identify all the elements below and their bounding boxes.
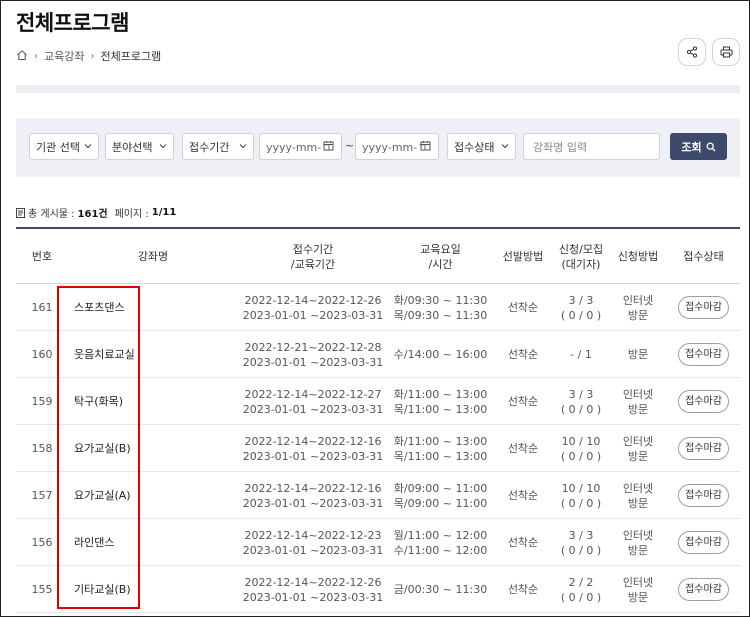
printer-icon [720,46,732,58]
date-to-input[interactable]: yyyy-mm-ㄱ [355,133,439,160]
status-badge[interactable]: 접수마감 [678,437,729,460]
header-status: 접수상태 [683,250,724,263]
page-frame: 전체프로그램 › 교육강좌 › 전체프로그램 기관 선택 분야선택 접수기간 y… [0,0,750,617]
chevron-down-icon [501,144,509,149]
status-select[interactable]: 접수상태 [447,133,516,160]
chevron-right-icon: › [34,50,38,62]
search-button[interactable]: 조회 [670,133,727,160]
chevron-right-icon: › [90,50,95,62]
field-select[interactable]: 분야선택 [105,133,174,160]
print-button[interactable] [712,38,740,66]
keyword-input[interactable]: 강좌명 입력 [523,133,660,160]
period-select[interactable]: 접수기간 [182,133,254,160]
header-selection: 선발방법 [502,250,544,263]
chevron-down-icon [239,144,247,149]
table-header: 번호 강좌명 접수기간/교육기간 교육요일/시간 선발방법 신청/모집 (대기자)… [16,229,740,284]
breadcrumb-item-current: 전체프로그램 [100,50,162,63]
header-period: 접수기간/교육기간 [290,242,336,271]
header-apply: 신청/모집 (대기자) [558,242,604,271]
calendar-icon [420,141,431,151]
header-no: 번호 [31,250,53,263]
header-divider [16,85,740,93]
share-button[interactable] [678,38,706,66]
header-name: 강좌명 [137,250,169,263]
date-from-input[interactable]: yyyy-mm-ㄱ [259,133,342,160]
status-badge[interactable]: 접수마감 [678,531,729,554]
status-badge[interactable]: 접수마감 [678,484,729,507]
status-badge[interactable]: 접수마감 [678,296,729,319]
chevron-down-icon [84,144,92,149]
document-icon [16,207,25,218]
home-icon[interactable] [16,49,28,64]
breadcrumb-item-education[interactable]: 교육강좌 [44,48,84,64]
page-indicator: 1/11 [151,207,177,218]
search-panel: 기관 선택 분야선택 접수기간 yyyy-mm-ㄱ ~ yyyy-mm-ㄱ 접수… [16,118,740,177]
breadcrumb: › 교육강좌 › 전체프로그램 [16,48,161,64]
date-range-separator: ~ [345,139,355,152]
status-badge[interactable]: 접수마감 [678,343,729,366]
header-schedule: 교육요일/시간 [420,242,461,271]
status-badge[interactable]: 접수마감 [678,390,729,413]
total-count: 161건 [77,209,108,220]
org-select[interactable]: 기관 선택 [29,133,99,160]
search-icon [706,142,716,151]
chevron-down-icon [159,144,167,149]
header-method: 신청방법 [617,250,659,263]
page-title: 전체프로그램 [16,11,129,35]
share-icon [686,46,698,58]
status-badge[interactable]: 접수마감 [678,578,729,601]
result-summary: 총 게시물 : 161건 페이지 : 1/11 [16,205,176,220]
calendar-icon [323,141,334,151]
course-name-highlight-box [57,286,140,609]
